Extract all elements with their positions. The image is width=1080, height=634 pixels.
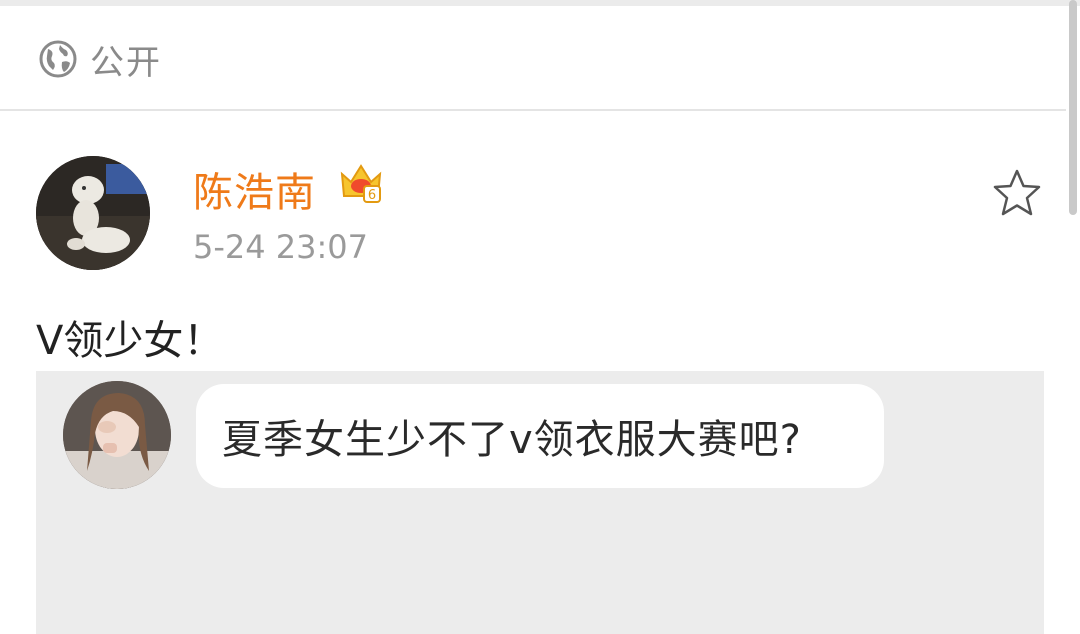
divider [0, 109, 1066, 111]
author-avatar[interactable] [36, 156, 150, 270]
visibility-label: 公开 [90, 42, 162, 83]
top-strip [0, 0, 1080, 6]
plush-toy-avatar [36, 156, 150, 270]
post-text: V领少女！ [36, 318, 224, 364]
post-page: 公开 陈浩南 6 5-24 23:07 V领少女！ 夏季女生少不了v领衣服大赛吧… [0, 0, 1080, 634]
chat-avatar[interactable] [63, 381, 171, 489]
chat-bubble-text: 夏季女生少不了v领衣服大赛吧? [222, 417, 802, 463]
author-name[interactable]: 陈浩南 [193, 160, 316, 218]
star-outline-icon[interactable] [991, 168, 1043, 218]
globe-icon [39, 40, 77, 78]
post-timestamp: 5-24 23:07 [193, 228, 369, 266]
vip-crown-icon[interactable]: 6 [338, 160, 384, 204]
vip-level-number: 6 [368, 188, 376, 203]
woman-avatar [63, 381, 171, 489]
scrollbar[interactable] [1069, 0, 1077, 215]
visibility-setting[interactable]: 公开 [38, 36, 162, 83]
chat-bubble: 夏季女生少不了v领衣服大赛吧? [196, 384, 884, 488]
